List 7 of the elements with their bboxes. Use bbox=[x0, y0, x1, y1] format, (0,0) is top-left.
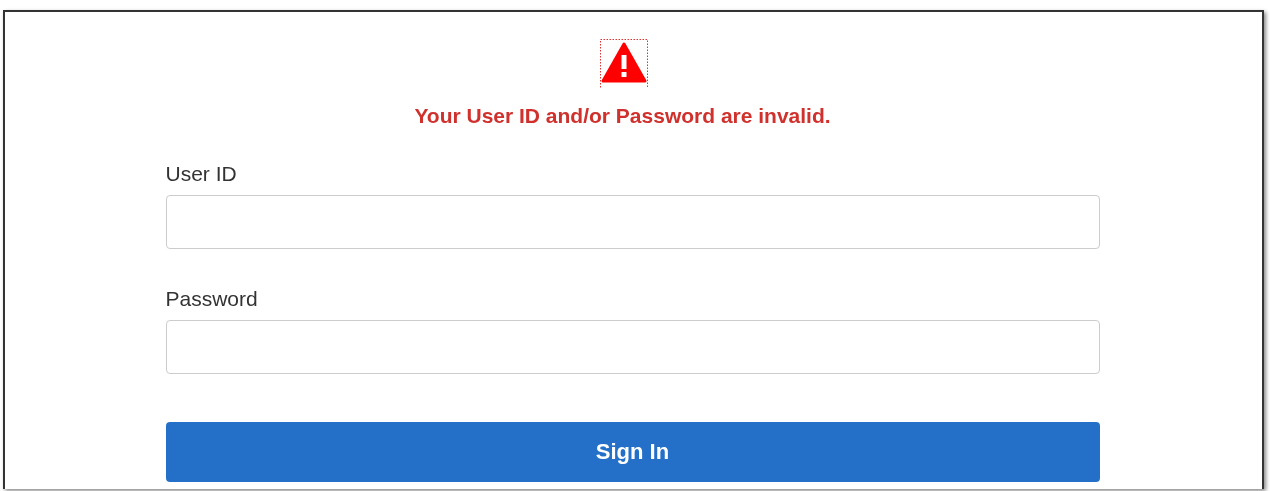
field-label: User ID bbox=[165, 162, 238, 186]
input-field[interactable] bbox=[165, 320, 1100, 374]
warning-icon bbox=[599, 38, 648, 88]
error-message: Your User ID and/or Password are invalid. bbox=[413, 104, 832, 128]
field-label: Password bbox=[165, 287, 259, 311]
sign-in-button[interactable]: Sign In bbox=[165, 422, 1100, 482]
input-field[interactable] bbox=[165, 195, 1100, 249]
